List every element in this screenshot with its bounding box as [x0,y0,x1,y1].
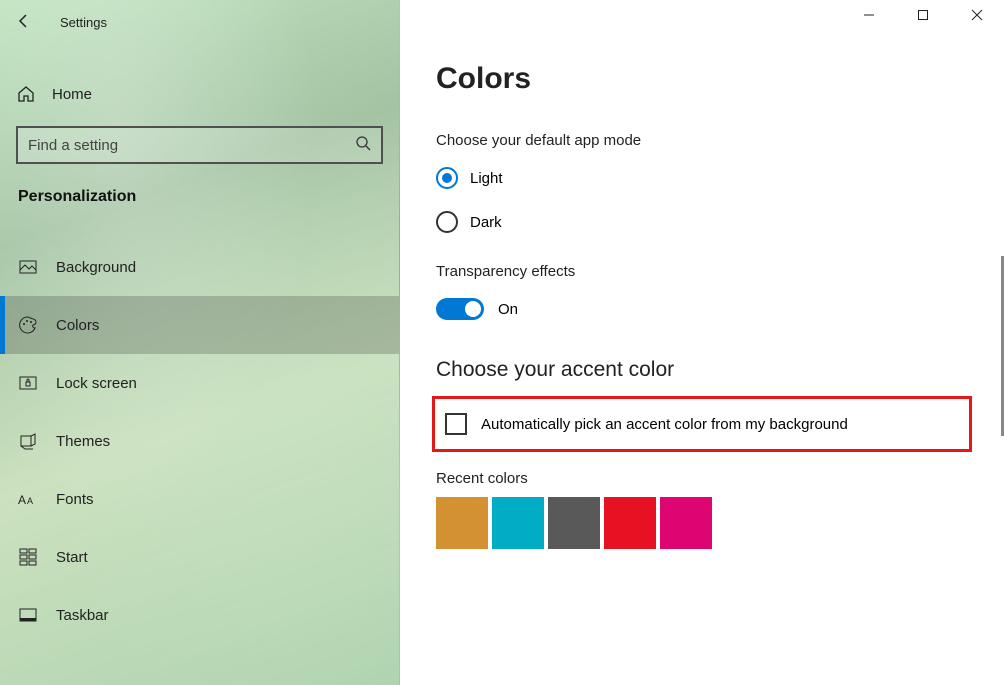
radio-dark[interactable]: Dark [436,211,968,233]
lock-screen-icon [18,373,38,393]
search-field[interactable] [28,137,355,154]
app-mode-heading: Choose your default app mode [436,132,968,149]
sidebar-item-label: Colors [56,317,99,334]
color-swatch[interactable] [604,497,656,549]
svg-text:A: A [18,493,26,507]
nav-list: Background Colors Lock screen Themes AA … [0,238,399,644]
window-controls [842,0,1004,30]
home-label: Home [52,86,92,103]
sidebar-item-label: Themes [56,433,110,450]
transparency-toggle[interactable] [436,298,484,320]
recent-colors [436,497,968,549]
radio-icon [436,211,458,233]
close-button[interactable] [950,0,1004,30]
accent-heading: Choose your accent color [436,358,968,382]
radio-icon [436,167,458,189]
radio-label: Light [470,170,503,187]
sidebar-item-label: Fonts [56,491,94,508]
minimize-button[interactable] [842,0,896,30]
color-swatch[interactable] [492,497,544,549]
search-icon [355,135,371,156]
sidebar-item-themes[interactable]: Themes [0,412,399,470]
content-scroll: Colors Choose your default app mode Ligh… [400,0,1004,685]
sidebar-item-colors[interactable]: Colors [0,296,399,354]
checkbox-icon [445,413,467,435]
home-button[interactable]: Home [0,72,399,116]
back-icon[interactable] [16,13,32,32]
transparency-toggle-row: On [436,298,968,320]
app-title: Settings [60,15,107,30]
radio-label: Dark [470,214,502,231]
color-swatch[interactable] [548,497,600,549]
recent-colors-label: Recent colors [436,470,968,487]
main-content: Colors Choose your default app mode Ligh… [400,0,1004,685]
sidebar-item-label: Background [56,259,136,276]
svg-text:A: A [27,496,33,506]
search-container [0,116,399,164]
start-icon [18,547,38,567]
color-swatch[interactable] [436,497,488,549]
home-icon [16,84,36,104]
sidebar-item-start[interactable]: Start [0,528,399,586]
sidebar-item-label: Lock screen [56,375,137,392]
titlebar: Settings [0,0,399,44]
palette-icon [18,315,38,335]
sidebar-item-taskbar[interactable]: Taskbar [0,586,399,644]
toggle-state-label: On [498,301,518,318]
taskbar-icon [18,605,38,625]
page-title: Colors [436,62,968,96]
maximize-button[interactable] [896,0,950,30]
highlight-annotation: Automatically pick an accent color from … [432,396,972,452]
sidebar: Settings Home Personalization Background… [0,0,400,685]
sidebar-item-label: Taskbar [56,607,109,624]
sidebar-item-fonts[interactable]: AA Fonts [0,470,399,528]
radio-light[interactable]: Light [436,167,968,189]
checkbox-label: Automatically pick an accent color from … [481,416,848,433]
sidebar-item-lockscreen[interactable]: Lock screen [0,354,399,412]
search-input[interactable] [16,126,383,164]
sidebar-item-label: Start [56,549,88,566]
image-icon [18,257,38,277]
themes-icon [18,431,38,451]
color-swatch[interactable] [660,497,712,549]
transparency-heading: Transparency effects [436,263,968,280]
sidebar-item-background[interactable]: Background [0,238,399,296]
fonts-icon: AA [18,489,38,509]
category-label: Personalization [0,164,399,218]
auto-accent-checkbox[interactable]: Automatically pick an accent color from … [445,413,959,435]
